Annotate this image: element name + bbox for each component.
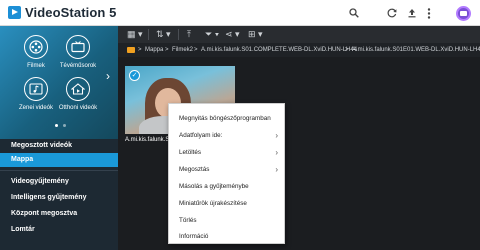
tile-label: Otthoni videók [58,105,98,111]
breadcrumb-separator: > [138,47,142,53]
filter-icon[interactable]: ⏷ ▾ [205,28,219,41]
film-reel-icon [24,35,48,59]
menu-item-share[interactable]: Megosztás › [169,163,284,177]
menu-item-label: Megosztás [179,166,210,173]
upload-icon[interactable] [405,6,419,20]
breadcrumb-filmek2[interactable]: Filmek2 [172,43,193,57]
breadcrumb-separator: > [165,47,169,53]
tile-movies[interactable]: Filmek [16,35,56,69]
select-all-icon[interactable]: ⊞ ▾ [248,28,263,41]
toolbar-divider [178,29,179,40]
toolbar: ▦ ▾ ⇅ ▾ ⤒ ⏷ ▾ ⋖ ▾ ⊞ ▾ [118,26,480,43]
chevron-right-icon: › [275,165,278,174]
tile-label: Tévéműsorok [59,63,97,69]
carousel-dot[interactable] [55,124,58,127]
app-title: VideoStation 5 [25,5,117,20]
menu-item-label: Megnyitás böngészőprogramban [179,115,271,122]
menu-item-label: Miniatűrök újrakészítése [179,200,247,207]
sidebar-divider [0,170,118,171]
sidebar-item-folder[interactable]: Mappa [0,153,118,167]
breadcrumb-separator: > [194,47,198,53]
upload-to-top-icon[interactable]: ⤒ [187,28,191,41]
toolbar-divider [148,29,149,40]
app-header: VideoStation 5 [0,0,480,26]
tile-label: Zenei videók [18,105,54,111]
menu-item-label: Információ [179,233,209,240]
tile-tv-shows[interactable]: Tévéműsorok [58,35,98,69]
breadcrumb-folder[interactable]: Mappa [145,43,163,57]
menu-item-stream-to[interactable]: Adatfolyam ide: › [169,129,284,143]
play-logo-icon [8,6,21,19]
breadcrumb: > Mappa > Filmek2 > A.mi.kis.falunk.S01.… [118,43,480,57]
breadcrumb-episode-folder[interactable]: A.mi.kis.falunk.S01E01.WEB-DL.XviD.HUN-L… [352,43,480,57]
carousel-dot[interactable] [63,124,66,127]
tv-icon [66,35,90,59]
grid-view-icon[interactable]: ▦ ▾ [127,28,143,41]
menu-item-info[interactable]: Információ [169,230,284,244]
search-icon[interactable] [347,6,361,20]
checkmark-icon[interactable]: ✓ [129,70,140,81]
chevron-right-icon[interactable]: › [106,69,110,83]
menu-item-label: Adatfolyam ide: [179,132,223,139]
home-video-icon [66,77,90,101]
sidebar-item-shared-videos[interactable]: Megosztott videók [0,139,118,153]
sidebar-item-smart-collection[interactable]: Intelligens gyűjtemény [0,191,118,205]
chevron-right-icon: › [275,148,278,157]
menu-item-copy-to-collection[interactable]: Másolás a gyűjteménybe [169,180,284,194]
menu-item-label: Letöltés [179,149,202,156]
menu-item-open-in-browser[interactable]: Megnyitás böngészőprogramban [169,112,284,126]
chevron-right-icon: › [275,131,278,140]
tile-label: Filmek [27,63,45,69]
menu-item-label: Másolás a gyűjteménybe [179,183,249,190]
tile-home-videos[interactable]: Otthoni videók [58,77,98,111]
folder-icon [127,47,135,53]
context-menu: Megnyitás böngészőprogramban Adatfolyam … [168,103,285,244]
more-vert-icon[interactable] [422,6,436,20]
sidebar-item-video-collection[interactable]: Videogyűjtemény [0,175,118,189]
refresh-icon[interactable] [385,6,399,20]
category-carousel: Filmek Tévéműsorok Zenei videók Otthoni … [0,26,118,139]
breadcrumb-season-folder[interactable]: A.mi.kis.falunk.S01.COMPLETE.WEB-DL.XviD… [201,43,357,57]
user-avatar-icon[interactable] [456,6,471,21]
music-video-icon [24,77,48,101]
sidebar-item-shared-center[interactable]: Központ megosztva [0,207,118,221]
sort-icon[interactable]: ⇅ ▾ [156,28,171,41]
sidebar: Filmek Tévéműsorok Zenei videók Otthoni … [0,26,118,250]
menu-item-delete[interactable]: Törlés [169,214,284,228]
menu-item-label: Törlés [179,217,197,224]
menu-item-regenerate-thumbnails[interactable]: Miniatűrök újrakészítése [169,197,284,211]
menu-item-download[interactable]: Letöltés › [169,146,284,160]
share-icon[interactable]: ⋖ ▾ [225,28,240,41]
sidebar-item-trash[interactable]: Lomtár [0,223,118,237]
tile-music-videos[interactable]: Zenei videók [16,77,56,111]
carousel-pagination [55,124,66,127]
breadcrumb-separator: > [345,47,349,53]
